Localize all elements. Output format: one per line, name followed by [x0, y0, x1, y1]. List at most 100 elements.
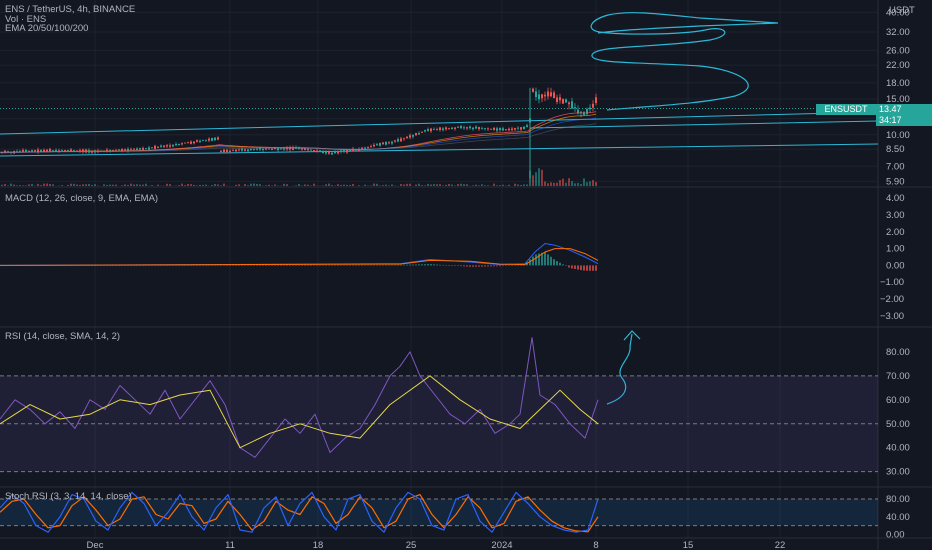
price-tick-label: 18.00	[886, 78, 910, 89]
macd-histogram-bar	[511, 265, 513, 266]
candle	[541, 94, 543, 99]
volume-bar	[382, 185, 384, 186]
volume-bar	[427, 183, 429, 186]
candle	[148, 147, 150, 150]
candle	[493, 127, 495, 131]
x-tick-label: 22	[775, 540, 786, 550]
macd-histogram-bar	[301, 265, 303, 266]
candle	[232, 150, 234, 152]
macd-histogram-bar	[265, 265, 267, 266]
volume-bar	[418, 183, 420, 186]
macd-histogram-bar	[382, 264, 384, 266]
candle	[250, 149, 252, 151]
candle	[61, 149, 63, 151]
candle	[34, 150, 36, 152]
stoch-tick-label: 80.00	[886, 494, 910, 505]
macd-histogram-bar	[559, 262, 561, 266]
macd-histogram-bar	[400, 264, 402, 266]
volume-bar	[337, 184, 339, 186]
volume-bar	[340, 184, 342, 186]
macd-histogram-bar	[577, 265, 579, 270]
macd-histogram-bar	[280, 265, 282, 266]
candle	[169, 145, 171, 147]
candle	[31, 150, 33, 152]
macd-histogram-bar	[316, 264, 318, 266]
volume-bar	[286, 184, 288, 186]
volume-bar	[493, 183, 495, 186]
macd-histogram-bar	[535, 254, 537, 266]
macd-histogram-bar	[388, 264, 390, 266]
macd-title: MACD (12, 26, close, 9, EMA, EMA)	[5, 193, 159, 204]
macd-histogram-bar	[328, 264, 330, 266]
macd-histogram-bar	[475, 265, 477, 267]
macd-histogram-bar	[313, 264, 315, 266]
macd-histogram-bar	[415, 264, 417, 266]
macd-tick-label: 4.00	[886, 193, 905, 204]
macd-histogram-bar	[292, 265, 294, 266]
volume-bar	[124, 184, 126, 186]
x-tick-label: 25	[406, 540, 417, 550]
volume-bar	[475, 184, 477, 186]
volume-bar	[49, 184, 51, 186]
volume-bar	[235, 184, 237, 186]
candle	[523, 126, 525, 129]
volume-bar	[343, 184, 345, 186]
macd-histogram-bar	[322, 264, 324, 266]
volume-bar	[565, 182, 567, 186]
candle	[151, 147, 153, 149]
candle	[433, 129, 435, 131]
macd-histogram-bar	[589, 265, 591, 271]
volume-bar	[520, 184, 522, 186]
candle	[136, 148, 138, 151]
macd-histogram-bar	[295, 265, 297, 266]
macd-histogram-bar	[247, 265, 249, 266]
volume-bar	[571, 181, 573, 186]
macd-histogram-bar	[580, 265, 582, 271]
candle	[481, 128, 483, 130]
macd-histogram-bar	[364, 264, 366, 266]
volume-bar	[373, 183, 375, 186]
volume-bar	[205, 184, 207, 186]
macd-tick-label: −3.00	[880, 311, 904, 322]
volume-bar	[106, 185, 108, 186]
volume-bar	[79, 184, 81, 186]
candle	[457, 127, 459, 128]
volume-bar	[478, 185, 480, 186]
macd-histogram-bar	[562, 264, 564, 266]
volume-bar	[88, 183, 90, 186]
candle	[385, 141, 387, 145]
volume-bar	[43, 183, 45, 186]
volume-bar	[526, 184, 528, 186]
macd-tick-label: 2.00	[886, 227, 905, 238]
macd-histogram-bar	[205, 265, 207, 266]
volume-bar	[25, 185, 27, 186]
candle	[514, 128, 516, 130]
macd-histogram-bar	[241, 265, 243, 266]
macd-histogram-bar	[445, 265, 447, 266]
volume-bar	[199, 184, 201, 186]
macd-histogram-bar	[466, 265, 468, 267]
rsi-tick-label: 30.00	[886, 467, 910, 478]
stoch-tick-label: 0.00	[886, 529, 905, 540]
candle	[406, 136, 408, 139]
volume-bar	[451, 184, 453, 186]
candle	[454, 127, 456, 129]
volume-bar	[559, 180, 561, 186]
volume-bar	[580, 183, 582, 186]
volume-bar	[145, 183, 147, 186]
candle	[394, 140, 396, 142]
candle	[181, 143, 183, 145]
rsi-band-fill	[0, 375, 878, 472]
candle	[427, 129, 429, 131]
macd-histogram-bar	[208, 265, 210, 266]
candle	[247, 149, 249, 152]
candle	[442, 128, 444, 131]
volume-bar	[82, 184, 84, 186]
volume-bar	[211, 185, 213, 186]
macd-histogram-bar	[307, 264, 309, 266]
macd-histogram-bar	[193, 265, 195, 266]
candle	[580, 111, 582, 113]
price-tick-label: 22.00	[886, 60, 910, 71]
macd-histogram-bar	[361, 264, 363, 266]
trading-chart[interactable]: Dec1118252024815225.907.008.5010.0012.00…	[0, 0, 932, 550]
